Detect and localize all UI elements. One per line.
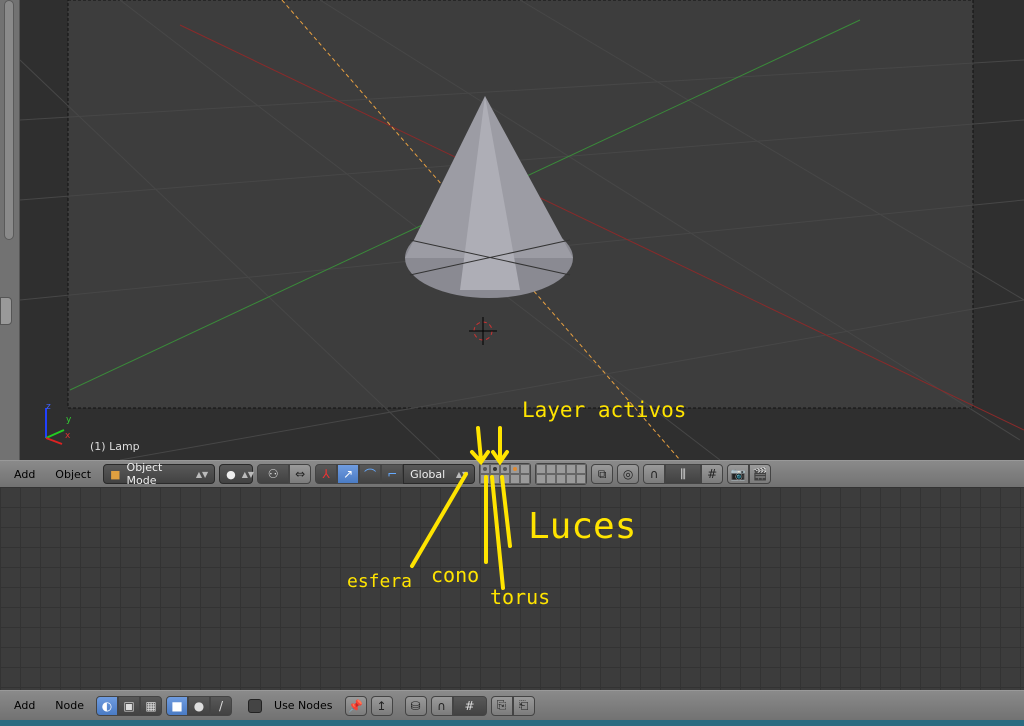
layer-buttons-2[interactable] — [535, 463, 588, 485]
menu-add-node[interactable]: Add — [6, 699, 43, 712]
gizmo-y-label: y — [66, 415, 72, 425]
annotation-layer-activos: Layer activos — [522, 398, 687, 422]
use-nodes-checkbox[interactable] — [248, 698, 263, 713]
menu-node[interactable]: Node — [47, 699, 92, 712]
shader-nodes-icon[interactable]: ◐ — [96, 695, 119, 716]
layer-3[interactable] — [500, 464, 511, 474]
scale-manipulator-icon[interactable]: ⌐ — [381, 464, 404, 484]
viewport-scene — [20, 0, 1024, 460]
gizmo-x-label: x — [65, 431, 71, 441]
layer-2[interactable] — [490, 464, 501, 474]
manipulate-center-icon[interactable]: ⇔ — [289, 464, 312, 484]
updown-arrow-icon: ▲▼ — [195, 469, 209, 479]
3d-view-header: Add Object ■ Object Mode ▲▼ ● ▲▼ ⚇ ⇔ ⅄ ↗ ⌒ ⌐… — [0, 460, 1024, 487]
node-editor-header: Add Node ◐ ▣ ▦ ■ ● / Use Nodes 📌 ↥ ⛁ ∩ # ⎘ ⎗ — [0, 690, 1024, 720]
orientation-dropdown[interactable]: Global ▲▼ — [403, 464, 476, 484]
axis-gizmo-icon — [45, 408, 65, 445]
snap-magnet-icon[interactable]: ∩ — [643, 464, 666, 484]
composite-nodes-icon[interactable]: ▣ — [118, 695, 141, 716]
annotation-luces: Luces — [528, 506, 637, 547]
status-strip — [0, 720, 1024, 726]
menu-object[interactable]: Object — [47, 468, 99, 481]
scrollbar[interactable] — [4, 0, 14, 240]
menu-add[interactable]: Add — [6, 468, 43, 481]
active-object-label: (1) Lamp — [90, 440, 140, 453]
object-shader-icon[interactable]: ■ — [166, 695, 189, 716]
render-opengl-icon[interactable]: 📷 — [727, 464, 750, 484]
layer-buttons-1[interactable] — [479, 463, 532, 485]
snap-element-dropdown[interactable]: ⫼ — [665, 464, 702, 484]
solid-sphere-icon: ● — [226, 467, 236, 481]
node-snap-element-dropdown[interactable]: # — [452, 695, 487, 716]
backdrop-icon[interactable]: ⛁ — [404, 695, 427, 716]
panel-toggle-button[interactable] — [0, 297, 12, 325]
gizmo-z-label: z — [46, 402, 51, 412]
use-nodes-label[interactable]: Use Nodes — [266, 699, 341, 712]
annotation-cono: cono — [431, 563, 480, 587]
tool-shelf-edge — [0, 0, 20, 460]
pivot-point-dropdown[interactable]: ⚇ — [257, 464, 290, 484]
translate-manipulator-icon[interactable]: ↗ — [337, 464, 360, 484]
layer-1[interactable] — [480, 464, 491, 474]
orientation-label: Global — [410, 467, 446, 481]
3d-viewport[interactable]: z y x (1) Lamp — [20, 0, 1024, 460]
mode-dropdown[interactable]: ■ Object Mode ▲▼ — [103, 461, 216, 487]
manipulator-toggle-icon[interactable]: ⅄ — [315, 464, 338, 484]
node-snap-icon[interactable]: ∩ — [430, 695, 453, 716]
lock-layers-icon[interactable]: ⧉ — [591, 464, 614, 484]
pin-icon[interactable]: 📌 — [344, 695, 367, 716]
linestyle-shader-icon[interactable]: / — [210, 695, 233, 716]
mode-label: Object Mode — [126, 461, 163, 487]
copy-nodes-icon[interactable]: ⎘ — [490, 695, 513, 716]
proportional-edit-icon[interactable]: ◎ — [617, 464, 640, 484]
world-shader-icon[interactable]: ● — [188, 695, 211, 716]
shading-dropdown[interactable]: ● ▲▼ — [219, 464, 254, 484]
paste-nodes-icon[interactable]: ⎗ — [512, 695, 535, 716]
annotation-esfera: esfera — [347, 571, 413, 592]
layer-4[interactable] — [510, 464, 521, 474]
texture-nodes-icon[interactable]: ▦ — [140, 695, 163, 716]
snap-target-icon[interactable]: # — [701, 464, 724, 484]
rotate-manipulator-icon[interactable]: ⌒ — [359, 464, 382, 484]
parent-node-tree-icon[interactable]: ↥ — [370, 695, 393, 716]
annotation-torus: torus — [490, 585, 551, 609]
render-animation-icon[interactable]: 🎬 — [749, 464, 772, 484]
cube-icon: ■ — [110, 467, 121, 481]
